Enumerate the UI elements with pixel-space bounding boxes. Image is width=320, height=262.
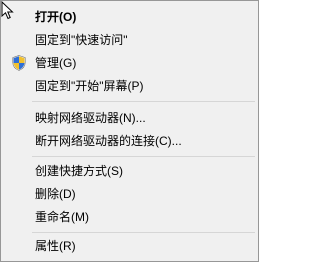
uac-shield-icon <box>12 55 26 71</box>
menu-item-label: 断开网络驱动器的连接(C)... <box>35 134 182 148</box>
menu-item-properties[interactable]: 属性(R) <box>2 235 257 257</box>
menu-item-disconnect-network-drive[interactable]: 断开网络驱动器的连接(C)... <box>2 130 257 152</box>
menu-item-label: 删除(D) <box>35 187 76 201</box>
menu-item-label: 创建快捷方式(S) <box>35 164 123 178</box>
menu-item-label: 打开(O) <box>35 10 77 24</box>
menu-item-label: 固定到"快速访问" <box>35 33 128 47</box>
menu-separator <box>32 156 255 157</box>
menu-item-pin-start[interactable]: 固定到"开始"屏幕(P) <box>2 75 257 97</box>
menu-item-pin-quick-access[interactable]: 固定到"快速访问" <box>2 29 257 51</box>
menu-item-open[interactable]: 打开(O) <box>2 6 257 28</box>
menu-separator <box>32 232 255 233</box>
menu-item-rename[interactable]: 重命名(M) <box>2 206 257 228</box>
menu-item-label: 重命名(M) <box>35 210 89 224</box>
menu-item-label: 固定到"开始"屏幕(P) <box>35 79 144 93</box>
menu-item-label: 属性(R) <box>35 239 76 253</box>
menu-item-manage[interactable]: 管理(G) <box>2 52 257 74</box>
menu-item-map-network-drive[interactable]: 映射网络驱动器(N)... <box>2 107 257 129</box>
context-menu: 打开(O) 固定到"快速访问" 管理(G) 固定到"开始"屏幕(P) 映射网络驱… <box>0 0 259 262</box>
menu-item-create-shortcut[interactable]: 创建快捷方式(S) <box>2 160 257 182</box>
menu-item-label: 映射网络驱动器(N)... <box>35 111 146 125</box>
menu-item-delete[interactable]: 删除(D) <box>2 183 257 205</box>
menu-separator <box>32 101 255 102</box>
menu-item-label: 管理(G) <box>35 56 77 70</box>
